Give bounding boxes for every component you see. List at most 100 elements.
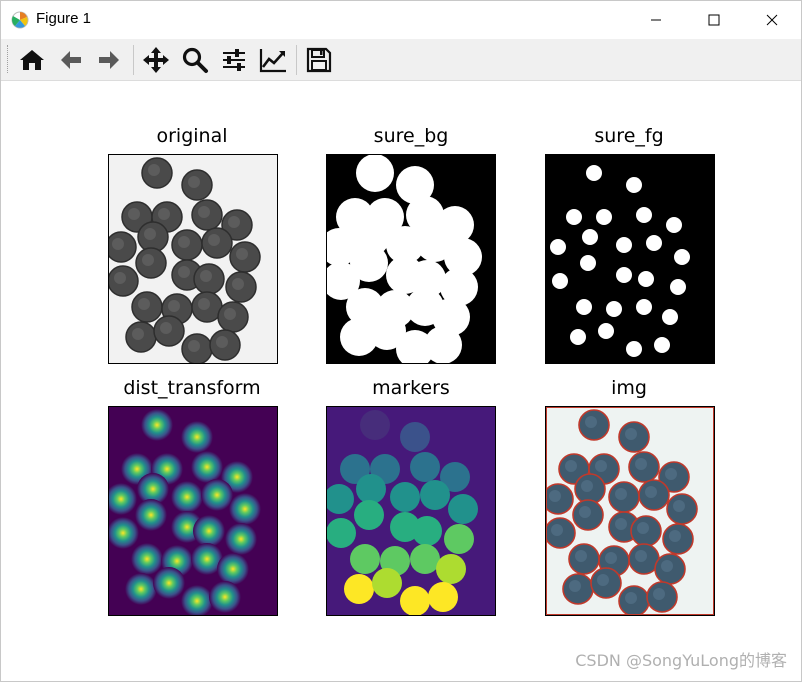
- coin-core: [550, 239, 566, 255]
- navigation-toolbar: [1, 39, 801, 81]
- arrow-right-icon: [99, 51, 119, 69]
- coin-region: [350, 244, 388, 282]
- coin-core: [626, 341, 642, 357]
- marker-region: [390, 482, 420, 512]
- watermark: CSDN @SongYuLong的博客: [575, 651, 787, 670]
- coin-core: [606, 301, 622, 317]
- coin-core: [598, 323, 614, 339]
- figure-canvas[interactable]: original sure_bg sure_fg dist_transform …: [1, 81, 801, 681]
- zoom-button[interactable]: [179, 44, 211, 76]
- coin-core: [636, 207, 652, 223]
- marker-region: [412, 516, 442, 546]
- line-chart-icon: [259, 49, 286, 73]
- coin-core: [636, 299, 652, 315]
- axes-sure-fg[interactable]: [545, 154, 715, 364]
- marker-region: [400, 422, 430, 452]
- toolbar-separator: [296, 45, 297, 75]
- distance-peak: [217, 553, 249, 585]
- close-icon: [766, 14, 778, 26]
- marker-region: [350, 544, 380, 574]
- distance-peak: [171, 481, 203, 513]
- coin-core: [662, 309, 678, 325]
- sure-bg-image: [327, 155, 495, 363]
- title-bar: Figure 1: [1, 1, 801, 39]
- marker-region: [400, 586, 430, 615]
- coin-core: [586, 165, 602, 181]
- maximize-button[interactable]: [685, 1, 743, 39]
- distance-peak: [225, 523, 257, 555]
- coin-core: [670, 279, 686, 295]
- marker-region: [436, 554, 466, 584]
- marker-region: [372, 568, 402, 598]
- coin-core: [626, 177, 642, 193]
- move-icon: [143, 47, 169, 73]
- marker-region: [360, 410, 390, 440]
- distance-peak: [191, 451, 223, 483]
- dist-transform-image: [109, 407, 277, 615]
- forward-button[interactable]: [93, 44, 125, 76]
- axes-markers[interactable]: [326, 406, 496, 616]
- subplot-title: dist_transform: [123, 377, 261, 399]
- floppy-icon: [306, 47, 332, 73]
- distance-peak: [209, 581, 241, 613]
- matplotlib-icon: [11, 11, 29, 29]
- marker-region: [410, 544, 440, 574]
- axes-dist-transform[interactable]: [108, 406, 278, 616]
- minimize-icon: [651, 19, 661, 21]
- subplot-title: img: [611, 377, 647, 399]
- distance-peak: [181, 421, 213, 453]
- coin-core: [638, 271, 654, 287]
- distance-peak: [141, 409, 173, 441]
- toolbar-separator: [133, 45, 134, 75]
- subplot-title: sure_bg: [373, 125, 449, 147]
- coin-core: [582, 229, 598, 245]
- coin-core: [674, 249, 690, 265]
- coin-core: [580, 255, 596, 271]
- coin-core: [552, 273, 568, 289]
- coin-core: [654, 337, 670, 353]
- coin-region: [356, 155, 394, 192]
- axes-sure-bg[interactable]: [326, 154, 496, 364]
- subplot-title: markers: [372, 377, 450, 399]
- marker-region: [354, 500, 384, 530]
- marker-region: [428, 582, 458, 612]
- img-result: [546, 407, 714, 615]
- save-button[interactable]: [303, 44, 335, 76]
- marker-region: [444, 524, 474, 554]
- coin-core: [666, 217, 682, 233]
- subplot-title: sure_fg: [594, 125, 664, 147]
- coin-core: [566, 209, 582, 225]
- distance-peak: [153, 567, 185, 599]
- configure-subplots-button[interactable]: [218, 44, 250, 76]
- marker-region: [327, 518, 356, 548]
- distance-peak: [135, 499, 167, 531]
- axes-original[interactable]: [108, 154, 278, 364]
- distance-peak: [193, 515, 225, 547]
- edit-axis-button[interactable]: [257, 44, 289, 76]
- home-button[interactable]: [16, 44, 48, 76]
- sure-fg-image: [546, 155, 714, 363]
- markers-image: [327, 407, 495, 615]
- minimize-button[interactable]: [627, 1, 685, 39]
- coin-core: [616, 237, 632, 253]
- maximize-icon: [708, 14, 720, 26]
- coin-core: [596, 209, 612, 225]
- original-image: [109, 155, 277, 363]
- magnifier-icon: [182, 47, 208, 73]
- figure-window: Figure 1 original sure_bg sure_fg dist_t…: [0, 0, 802, 682]
- marker-region: [356, 474, 386, 504]
- distance-peak: [229, 493, 261, 525]
- coin-core: [570, 329, 586, 345]
- coin-region: [424, 326, 462, 363]
- marker-region: [448, 494, 478, 524]
- marker-region: [420, 480, 450, 510]
- home-icon: [20, 50, 44, 70]
- coin-core: [576, 299, 592, 315]
- back-button[interactable]: [55, 44, 87, 76]
- toolbar-grip[interactable]: [7, 45, 11, 73]
- close-button[interactable]: [743, 1, 801, 39]
- pan-button[interactable]: [140, 44, 172, 76]
- marker-region: [344, 574, 374, 604]
- axes-img[interactable]: [545, 406, 715, 616]
- coin-core: [646, 235, 662, 251]
